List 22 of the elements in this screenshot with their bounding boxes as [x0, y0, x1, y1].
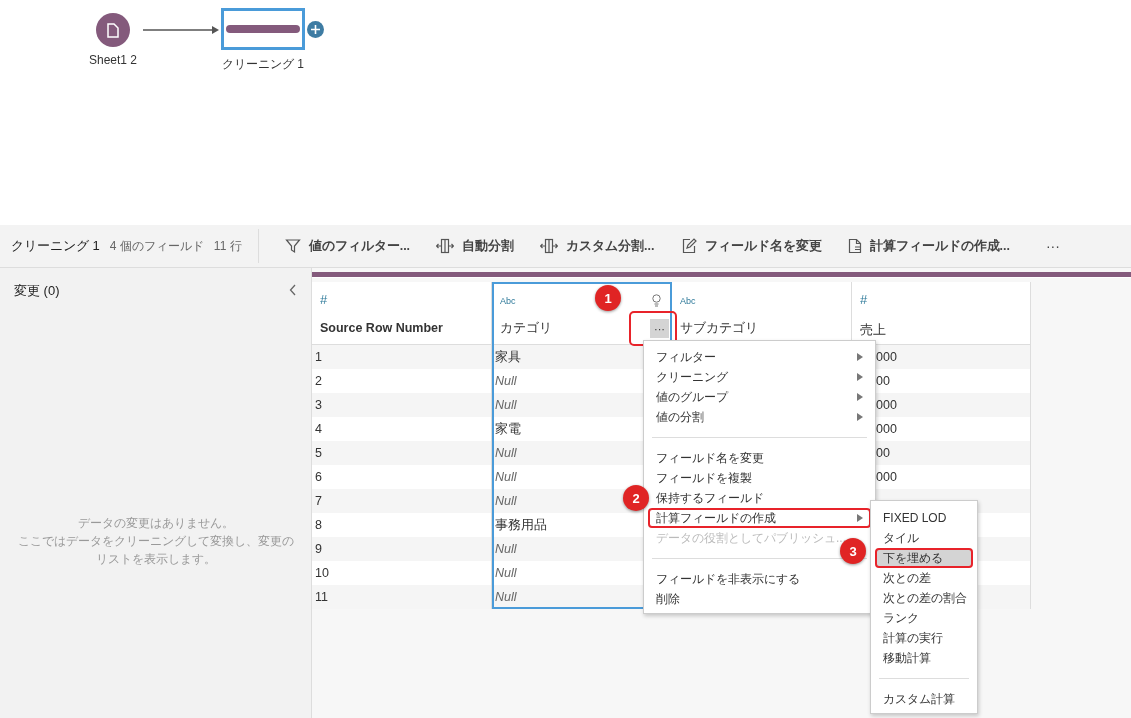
table-cell: 7	[312, 489, 492, 513]
node-label: Sheet1 2	[89, 53, 138, 67]
column-name: Source Row Number	[320, 321, 443, 335]
row-count: 11 行	[213, 237, 242, 255]
empty-message: ここではデータをクリーニングして変換し、変更のリストを表示します。	[16, 533, 295, 568]
type-label: Abc	[680, 296, 696, 306]
table-cell: 11	[312, 585, 492, 609]
column-name: カテゴリ	[500, 319, 552, 337]
column-name: サブカテゴリ	[680, 319, 758, 337]
node-label: クリーニング 1	[222, 56, 304, 73]
table-cell: 5	[312, 441, 492, 465]
empty-message: データの変更はありません。	[76, 515, 235, 532]
type-label: Abc	[500, 296, 516, 306]
step-title: クリーニング 1	[11, 237, 100, 255]
field-count: 4 個のフィールド	[109, 237, 204, 255]
table-cell: 3	[312, 393, 492, 417]
column-name: 売上	[860, 321, 886, 339]
changes-title: 変更 (0)	[14, 282, 60, 300]
table-cell: 9	[312, 537, 492, 561]
type-label: #	[860, 292, 868, 307]
type-label: #	[320, 292, 328, 307]
table-cell: 1	[312, 345, 492, 369]
